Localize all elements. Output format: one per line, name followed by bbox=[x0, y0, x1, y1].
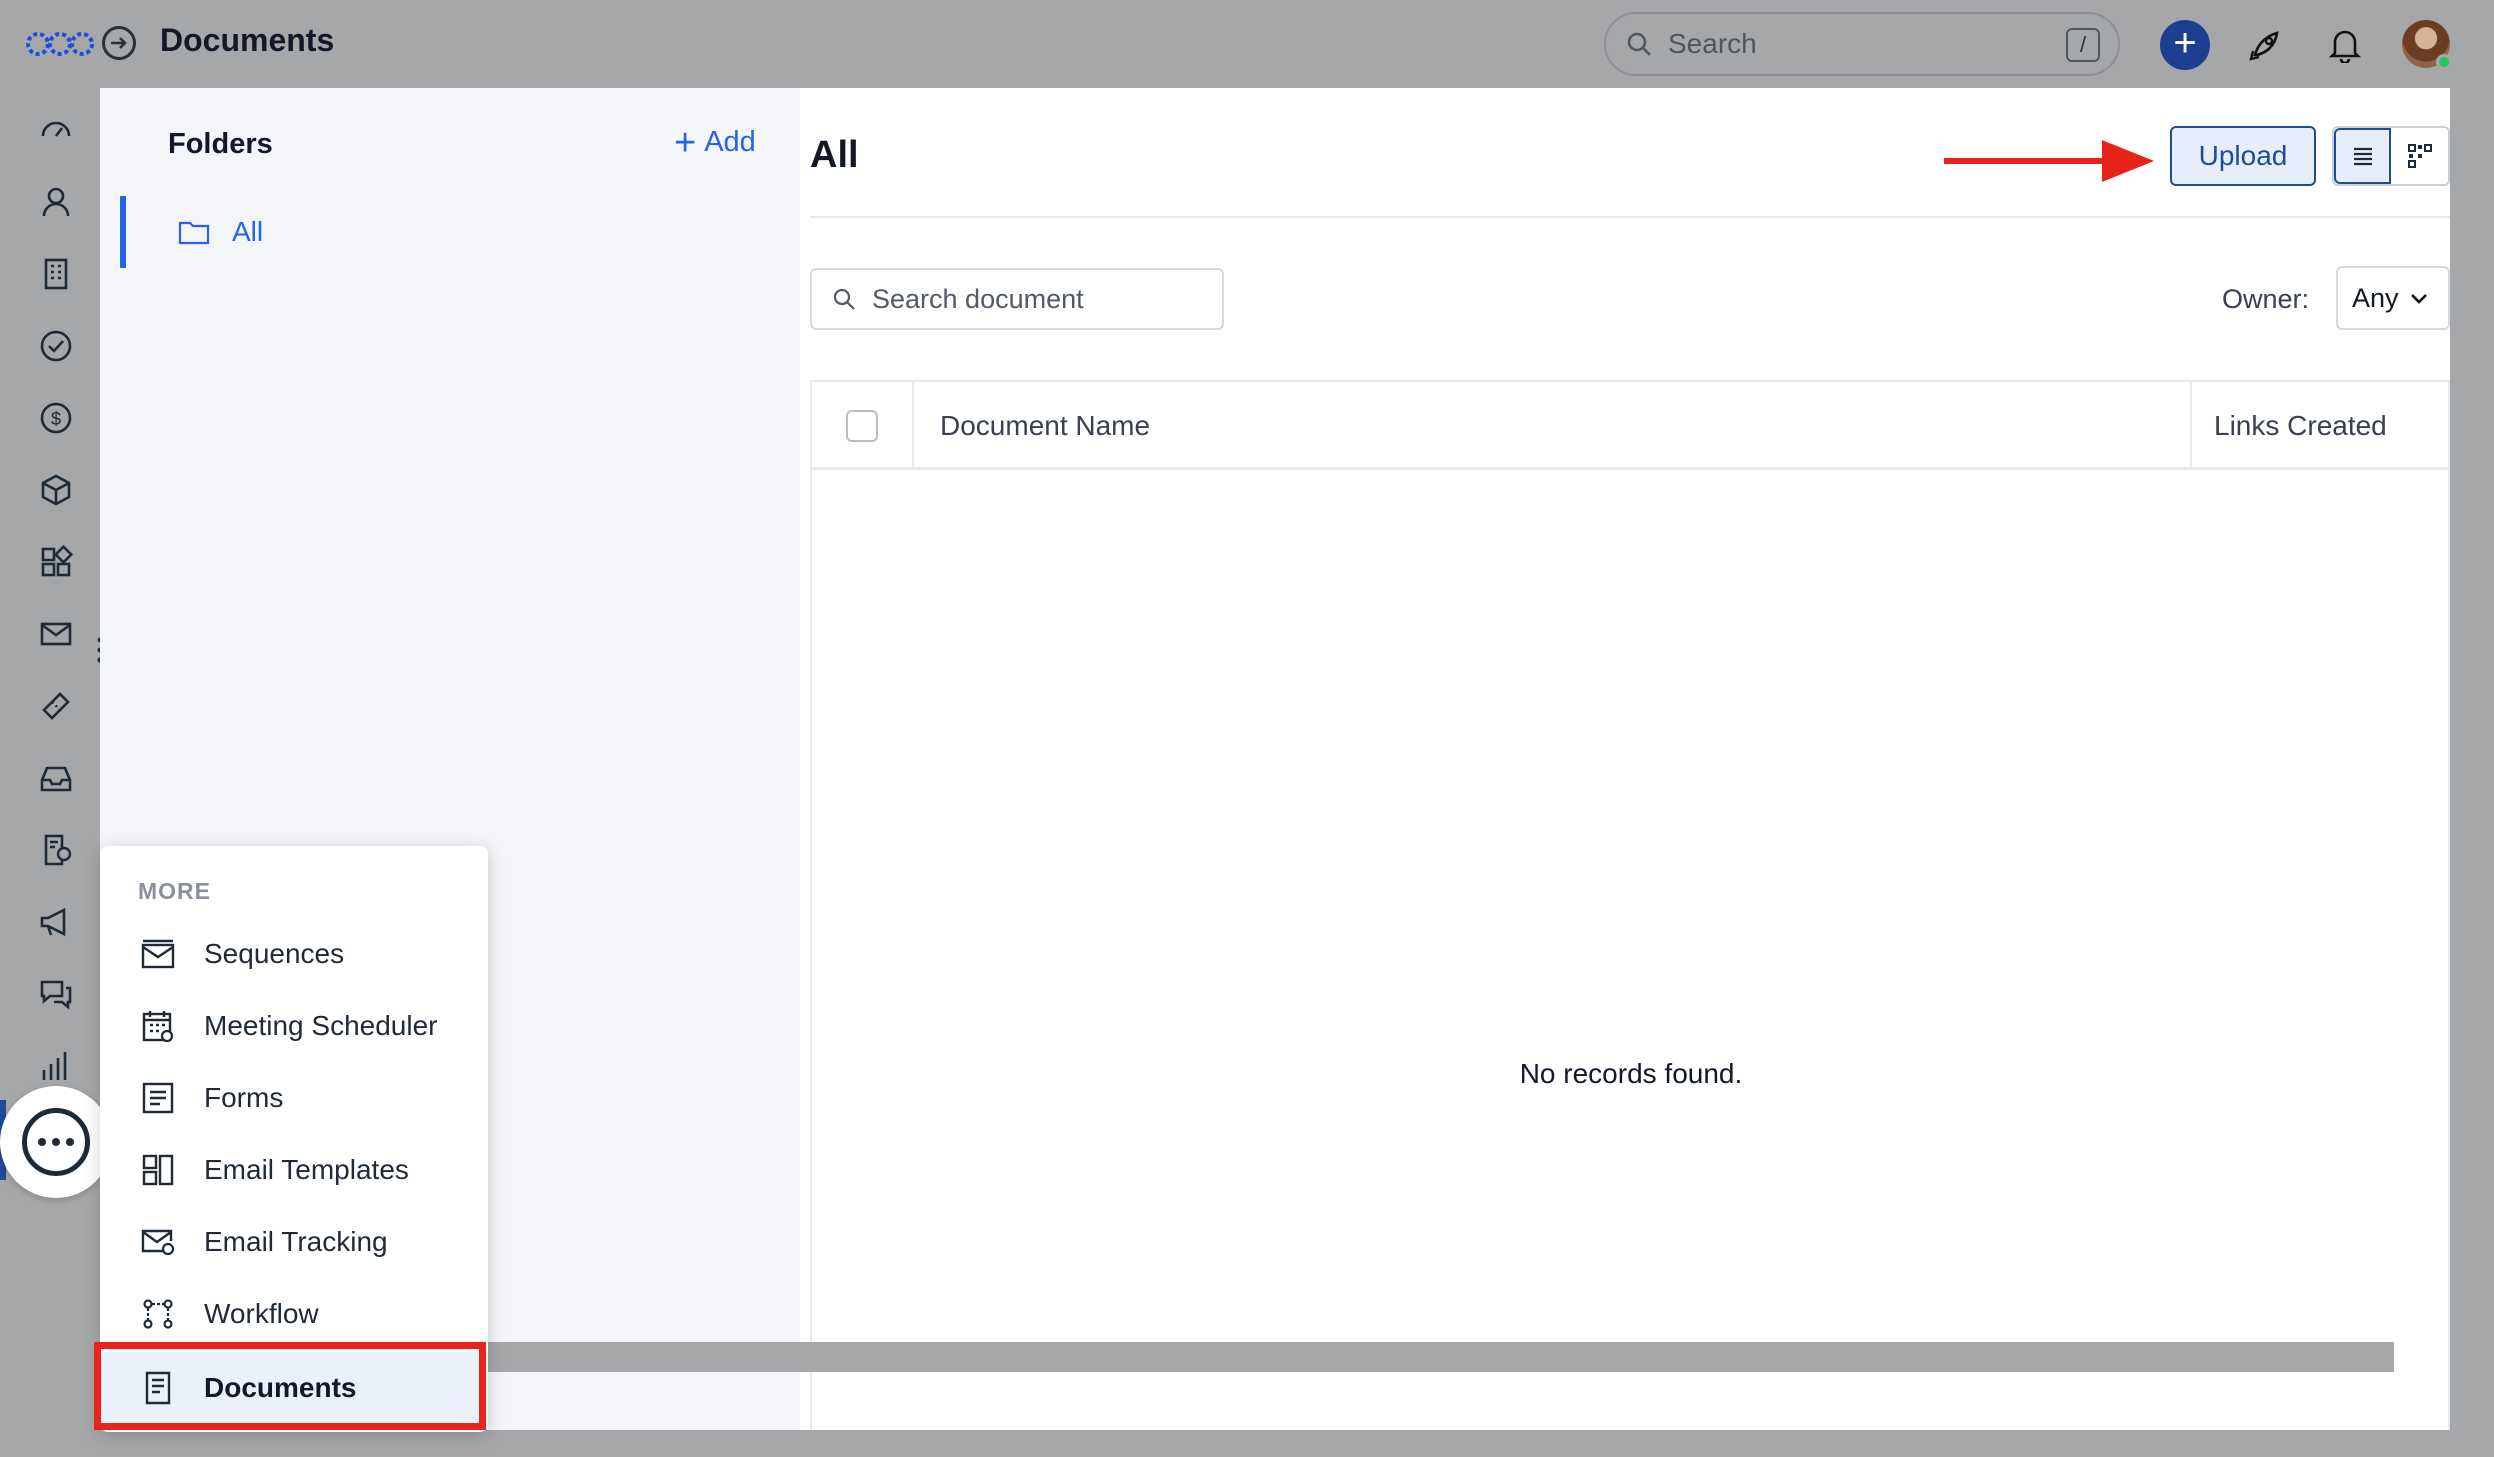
menu-item-workflow[interactable]: Workflow bbox=[100, 1278, 488, 1350]
add-folder-label: Add bbox=[704, 126, 756, 158]
list-view-button[interactable] bbox=[2334, 128, 2392, 184]
contacts-icon[interactable] bbox=[34, 180, 78, 224]
products-icon[interactable] bbox=[34, 468, 78, 512]
annotation-arrow-icon bbox=[1944, 140, 2154, 182]
menu-item-forms[interactable]: Forms bbox=[100, 1062, 488, 1134]
reports-icon[interactable] bbox=[34, 828, 78, 872]
folder-icon bbox=[178, 221, 210, 245]
menu-item-label: Email Templates bbox=[204, 1154, 409, 1185]
select-all-cell bbox=[812, 382, 914, 470]
more-menu-title: MORE bbox=[138, 878, 211, 904]
list-view-icon bbox=[2353, 147, 2372, 166]
tasks-icon[interactable] bbox=[34, 324, 78, 368]
folder-label: All bbox=[232, 216, 264, 247]
workflow-icon bbox=[140, 1296, 176, 1332]
online-status-indicator bbox=[2436, 54, 2452, 70]
shortcut-key: / bbox=[2066, 28, 2100, 62]
owner-filter-value: Any bbox=[2352, 282, 2399, 313]
email-icon[interactable] bbox=[34, 612, 78, 656]
left-nav-rail: $ bbox=[0, 88, 103, 1457]
sequences-icon bbox=[140, 936, 176, 972]
tickets-icon[interactable] bbox=[34, 684, 78, 728]
document-search-input[interactable]: Search document bbox=[810, 268, 1224, 330]
column-header-links-created[interactable]: Links Created bbox=[2214, 410, 2387, 442]
campaigns-icon[interactable] bbox=[34, 900, 78, 944]
forms-icon bbox=[140, 1080, 176, 1116]
create-new-button[interactable]: + bbox=[2160, 20, 2210, 70]
expand-sidebar-button[interactable] bbox=[102, 26, 136, 60]
apps-icon[interactable] bbox=[34, 540, 78, 584]
menu-item-email-tracking[interactable]: Email Tracking bbox=[100, 1206, 488, 1278]
document-search-placeholder: Search document bbox=[872, 283, 1084, 314]
plus-icon: + bbox=[674, 121, 697, 164]
folders-title: Folders bbox=[168, 128, 273, 160]
folder-item-all[interactable]: All bbox=[120, 196, 780, 268]
grid-view-icon bbox=[2407, 144, 2432, 168]
menu-item-label: Email Tracking bbox=[204, 1226, 388, 1257]
owner-filter-select[interactable]: Any bbox=[2336, 266, 2450, 330]
svg-text:$: $ bbox=[51, 409, 61, 429]
inbox-icon[interactable] bbox=[34, 756, 78, 800]
top-bar: Documents Search / + bbox=[0, 0, 2494, 88]
global-search-input[interactable]: Search / bbox=[1604, 12, 2120, 76]
folder-heading: All bbox=[810, 134, 859, 176]
empty-state-message: No records found. bbox=[1519, 1058, 1743, 1089]
bell-icon[interactable] bbox=[2322, 22, 2368, 68]
active-folder-indicator bbox=[120, 196, 126, 268]
templates-icon bbox=[140, 1152, 176, 1188]
more-dots-icon bbox=[22, 1108, 90, 1176]
dashboard-icon[interactable] bbox=[34, 108, 78, 152]
view-toggle bbox=[2332, 126, 2450, 186]
calendar-icon bbox=[140, 1008, 176, 1044]
app-logo-icon[interactable] bbox=[26, 26, 94, 62]
menu-item-meeting-scheduler[interactable]: Meeting Scheduler bbox=[100, 990, 488, 1062]
more-menu-button[interactable] bbox=[0, 1086, 112, 1198]
arrow-right-icon bbox=[111, 37, 127, 49]
page-title: Documents bbox=[160, 22, 335, 58]
chevron-down-icon bbox=[2410, 294, 2427, 304]
add-folder-button[interactable]: + Add bbox=[674, 121, 756, 164]
deals-icon[interactable]: $ bbox=[34, 396, 78, 440]
rocket-icon[interactable] bbox=[2242, 22, 2288, 68]
search-icon bbox=[1627, 32, 1651, 56]
menu-item-email-templates[interactable]: Email Templates bbox=[100, 1134, 488, 1206]
companies-icon[interactable] bbox=[34, 252, 78, 296]
grid-view-button[interactable] bbox=[2391, 128, 2448, 184]
email-tracking-icon bbox=[140, 1224, 176, 1260]
analytics-icon[interactable] bbox=[34, 1044, 78, 1088]
chat-icon[interactable] bbox=[34, 972, 78, 1016]
select-all-checkbox[interactable] bbox=[846, 410, 878, 442]
menu-item-label: Meeting Scheduler bbox=[204, 1010, 438, 1041]
menu-item-label: Forms bbox=[204, 1082, 284, 1113]
table-header: Document Name Links Created bbox=[812, 382, 2450, 470]
menu-item-label: Workflow bbox=[204, 1298, 319, 1329]
menu-item-sequences[interactable]: Sequences bbox=[100, 918, 488, 990]
documents-table: Document Name Links Created No records f… bbox=[810, 380, 2450, 1430]
header-divider bbox=[810, 216, 2450, 218]
column-separator bbox=[2190, 382, 2192, 470]
upload-button[interactable]: Upload bbox=[2170, 126, 2316, 186]
column-header-document-name[interactable]: Document Name bbox=[940, 410, 1150, 442]
search-icon bbox=[833, 288, 855, 310]
user-avatar[interactable] bbox=[2402, 20, 2452, 70]
global-search-placeholder: Search bbox=[1668, 28, 1757, 59]
owner-filter-label: Owner: bbox=[2222, 284, 2310, 314]
documents-main: All Upload Search document Owner: Any Do… bbox=[800, 88, 2450, 1430]
menu-item-label: Sequences bbox=[204, 938, 345, 969]
annotation-highlight-box bbox=[94, 1342, 486, 1430]
